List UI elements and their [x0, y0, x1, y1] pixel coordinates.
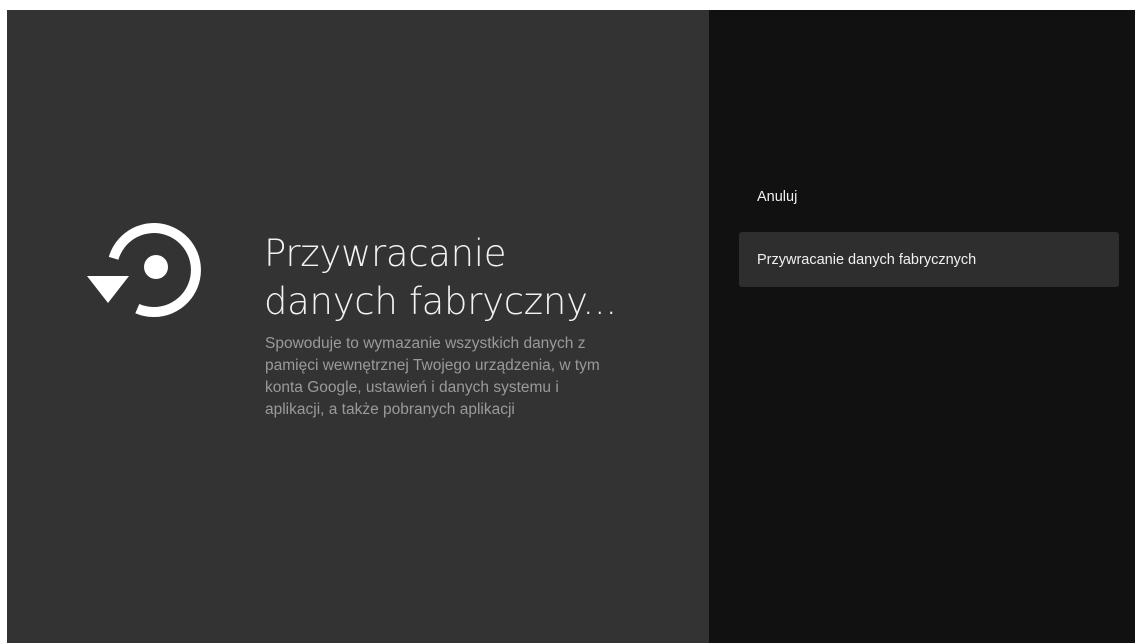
cancel-button[interactable]: Anuluj [739, 169, 1119, 224]
factory-reset-button[interactable]: Przywracanie danych fabrycznych [739, 232, 1119, 287]
title-line-1: Przywracanie [264, 232, 507, 275]
page-title: Przywracanie danych fabryczny... [264, 230, 684, 326]
actions-panel: Anuluj Przywracanie danych fabrycznych [709, 10, 1135, 643]
page-description: Spowoduje to wymazanie wszystkich danych… [265, 335, 600, 418]
restore-icon [87, 223, 201, 318]
factory-reset-screen: Przywracanie danych fabryczny... Spowodu… [7, 10, 1135, 643]
cancel-button-label: Anuluj [757, 188, 798, 205]
guidance-panel: Przywracanie danych fabryczny... Spowodu… [7, 10, 709, 643]
title-line-2: danych fabryczny... [264, 280, 617, 323]
factory-reset-button-label: Przywracanie danych fabrycznych [757, 251, 977, 268]
